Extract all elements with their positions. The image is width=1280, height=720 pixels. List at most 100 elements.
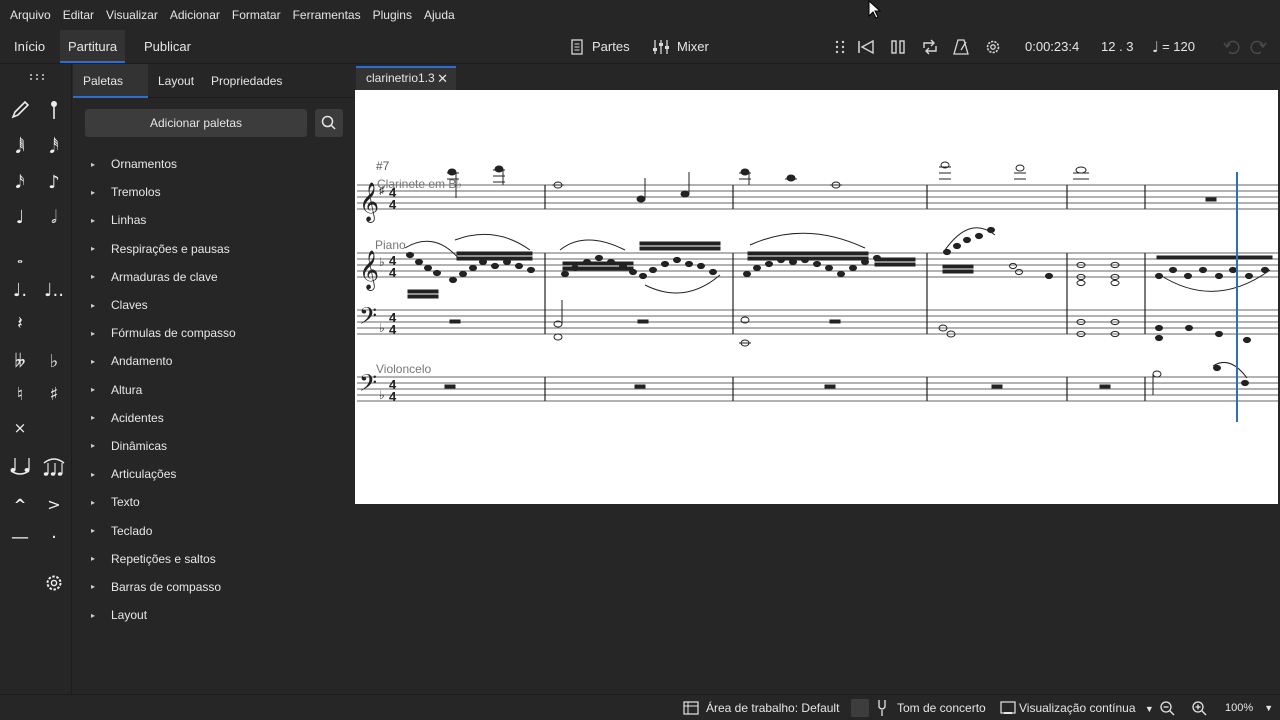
- menu-editar[interactable]: Editar: [57, 8, 100, 22]
- playback-settings-button[interactable]: [984, 30, 1002, 63]
- redo-icon: [1250, 40, 1267, 54]
- search-palettes-button[interactable]: [315, 109, 343, 137]
- pin-icon[interactable]: [42, 98, 66, 122]
- palette-item-repeticoes[interactable]: ▸ Repetições e saltos: [73, 545, 355, 573]
- menu-ferramentas[interactable]: Ferramentas: [287, 8, 367, 22]
- palette-item-dinamicas[interactable]: ▸ Dinâmicas: [73, 432, 355, 460]
- natural-icon[interactable]: ♮: [8, 383, 32, 407]
- view-mode-selector[interactable]: Visualização contínua ▼: [1019, 695, 1154, 720]
- palette-item-armaduras[interactable]: ▸ Armaduras de clave: [73, 263, 355, 291]
- expand-arrow-icon: ▸: [90, 328, 95, 338]
- palette-label: Acidentes: [111, 410, 164, 425]
- palette-item-teclado[interactable]: ▸ Teclado: [73, 516, 355, 544]
- measure-beat-display: 12 . 3: [1101, 39, 1134, 54]
- palette-item-altura[interactable]: ▸ Altura: [73, 376, 355, 404]
- palette-item-claves[interactable]: ▸ Claves: [73, 291, 355, 319]
- double-sharp-icon[interactable]: ×: [8, 416, 32, 440]
- menu-visualizar[interactable]: Visualizar: [100, 8, 164, 22]
- palette-item-articulacoes[interactable]: ▸ Articulações: [73, 460, 355, 488]
- half-note-icon[interactable]: 𝅗𝅥: [42, 206, 66, 230]
- zoom-out-icon[interactable]: [1159, 700, 1175, 716]
- expand-arrow-icon: ▸: [90, 526, 95, 536]
- svg-text:4: 4: [389, 197, 397, 212]
- parts-button[interactable]: Partes: [570, 30, 630, 63]
- undo-button[interactable]: [1222, 30, 1240, 63]
- palette-item-barras[interactable]: ▸ Barras de compasso: [73, 573, 355, 601]
- menu-arquivo[interactable]: Arquivo: [4, 8, 57, 22]
- score-tab[interactable]: clarinetrio1.3 ✕: [356, 66, 456, 90]
- menu-ajuda[interactable]: Ajuda: [418, 8, 461, 22]
- pause-button[interactable]: [890, 30, 906, 63]
- tie-icon[interactable]: [8, 455, 32, 479]
- tab-layout[interactable]: Layout: [148, 64, 204, 98]
- menu-formatar[interactable]: Formatar: [226, 8, 287, 22]
- zoom-in-icon[interactable]: [1191, 700, 1207, 716]
- redo-button[interactable]: [1250, 30, 1268, 63]
- palette-item-texto[interactable]: ▸ Texto: [73, 488, 355, 516]
- double-flat-icon[interactable]: 𝄫: [8, 350, 32, 374]
- tab-propriedades[interactable]: Propriedades: [201, 64, 292, 98]
- quarter-rest-icon[interactable]: 𝄽: [8, 312, 32, 336]
- mouse-cursor-icon: [868, 0, 882, 19]
- palette-item-acidentes[interactable]: ▸ Acidentes: [73, 404, 355, 432]
- playback-drag-handle[interactable]: [834, 30, 846, 63]
- eighth-note-icon[interactable]: ♪: [42, 171, 66, 195]
- expand-arrow-icon: ▸: [90, 413, 95, 423]
- expand-arrow-icon: ▸: [90, 272, 95, 282]
- palette-label: Dinâmicas: [111, 438, 168, 453]
- palette-item-respiracoes[interactable]: ▸ Respirações e pausas: [73, 235, 355, 263]
- pencil-icon[interactable]: [8, 98, 32, 122]
- pause-icon: [891, 39, 905, 54]
- metronome-button[interactable]: [953, 30, 969, 63]
- staccato-icon[interactable]: ·: [42, 526, 66, 550]
- palettes-panel: Paletas ··· Layout Propriedades Adiciona…: [73, 64, 355, 694]
- add-palettes-button[interactable]: Adicionar paletas: [85, 109, 307, 137]
- gear-icon[interactable]: [42, 571, 66, 595]
- accent-icon[interactable]: >: [42, 493, 66, 517]
- svg-text:𝄢: 𝄢: [359, 370, 377, 401]
- tab-paletas[interactable]: Paletas ···: [73, 64, 148, 122]
- dotted-quarter-icon[interactable]: ♩.: [8, 279, 32, 303]
- loop-button[interactable]: [921, 30, 939, 63]
- flat-icon[interactable]: ♭: [42, 350, 66, 374]
- tab-partitura[interactable]: Partitura: [60, 30, 126, 63]
- palette-item-tremolos[interactable]: ▸ Tremolos: [73, 178, 355, 206]
- parts-icon: [571, 38, 583, 55]
- view-mode-label: Visualização contínua: [1019, 701, 1136, 715]
- double-dotted-icon[interactable]: ♩..: [42, 279, 66, 303]
- tempo-display[interactable]: ♩ = 120: [1152, 30, 1195, 63]
- sharp-icon[interactable]: ♯: [42, 383, 66, 407]
- palette-label: Altura: [111, 382, 143, 397]
- palette-item-layout[interactable]: ▸ Layout: [73, 601, 355, 629]
- 32nd-note-icon[interactable]: 𝅘𝅥𝅰: [42, 136, 66, 160]
- score-page[interactable]: 𝄞 𝄞 𝄢 𝄢 ♯ ♭ ♭ ♭ 44 44 44 44 #7 Clarinete…: [355, 90, 1278, 504]
- close-icon[interactable]: ✕: [437, 68, 448, 89]
- palette-item-formulas[interactable]: ▸ Fórmulas de compasso: [73, 319, 355, 347]
- expand-arrow-icon: ▸: [90, 497, 95, 507]
- whole-note-icon[interactable]: 𝅝: [8, 247, 32, 271]
- palette-item-linhas[interactable]: ▸ Linhas: [73, 206, 355, 234]
- concert-pitch-checkbox[interactable]: [851, 699, 869, 717]
- mixer-button[interactable]: Mixer: [652, 30, 709, 63]
- tab-publicar[interactable]: Publicar: [136, 30, 199, 63]
- 16th-note-icon[interactable]: 𝅘𝅥𝅯: [8, 171, 32, 195]
- toolbar-grip-icon[interactable]: [29, 73, 45, 81]
- quarter-note-icon: ♩: [1152, 37, 1160, 56]
- svg-text:♭: ♭: [379, 321, 385, 335]
- marcato-icon[interactable]: ^: [8, 493, 32, 517]
- menu-plugins[interactable]: Plugins: [367, 8, 418, 22]
- palette-item-andamento[interactable]: ▸ Andamento: [73, 347, 355, 375]
- menu-adicionar[interactable]: Adicionar: [164, 8, 226, 22]
- rewind-button[interactable]: [857, 30, 875, 63]
- tenuto-icon[interactable]: —: [8, 526, 32, 550]
- palette-label: Layout: [111, 608, 148, 623]
- quarter-note-icon[interactable]: ♩: [8, 206, 32, 230]
- 64th-note-icon[interactable]: 𝅘𝅥𝅱: [8, 136, 32, 160]
- palette-label: Barras de compasso: [111, 579, 222, 594]
- palette-item-ornamentos[interactable]: ▸ Ornamentos: [73, 150, 355, 178]
- workspace-selector[interactable]: Área de trabalho: Default: [706, 695, 839, 720]
- palette-label: Fórmulas de compasso: [111, 326, 236, 341]
- tab-inicio[interactable]: Início: [6, 30, 53, 63]
- slur-icon[interactable]: [42, 455, 66, 479]
- zoom-selector[interactable]: 100% ▼: [1225, 695, 1273, 720]
